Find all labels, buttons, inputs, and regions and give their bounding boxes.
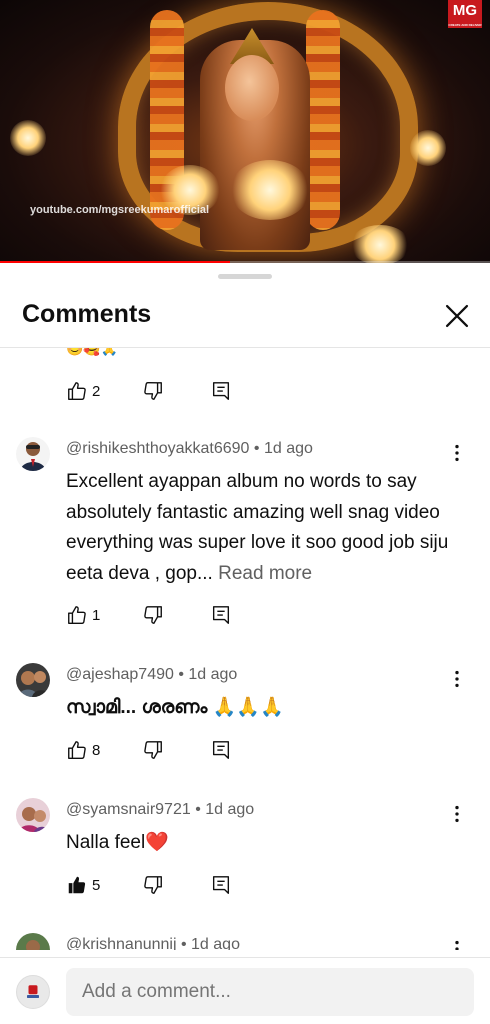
comment-author[interactable]: @ajeshap7490 (66, 666, 174, 683)
comment-author[interactable]: @syamsnair9721 (66, 801, 191, 818)
reply-icon (212, 876, 230, 894)
video-deity-face (225, 55, 279, 121)
more-vert-icon (455, 805, 459, 823)
thumbs-down-icon (144, 741, 162, 759)
reply-button[interactable] (210, 874, 232, 896)
dislike-button[interactable] (142, 739, 164, 761)
avatar-image (16, 663, 50, 697)
user-avatar-icon (27, 985, 39, 998)
comment-actions: 1 (66, 603, 230, 627)
comment-menu-button[interactable] (446, 803, 468, 825)
comments-sheet: Comments 😊🥰🙏 2 @rishikeshthoyakkat6690 •… (0, 263, 490, 1024)
comment-author[interactable]: @rishikeshthoyakkat6690 (66, 440, 249, 457)
thumbs-up-icon (68, 741, 86, 759)
reply-icon (212, 741, 230, 759)
comment-menu-button[interactable] (446, 668, 468, 690)
dislike-button[interactable] (142, 604, 164, 626)
dislike-button[interactable] (142, 380, 164, 402)
comment-menu-button[interactable] (446, 938, 468, 950)
sheet-title: Comments (22, 300, 152, 328)
avatar[interactable] (16, 933, 50, 950)
like-button[interactable]: 5 (66, 874, 100, 896)
like-button[interactable]: 1 (66, 604, 100, 626)
avatar[interactable] (16, 798, 50, 832)
avatar-image (16, 933, 50, 950)
comment-meta: @rishikeshthoyakkat6690 • 1d ago (66, 440, 313, 457)
like-button[interactable]: 8 (66, 739, 100, 761)
comment-meta: @ajeshap7490 • 1d ago (66, 666, 238, 683)
comment-menu-button[interactable] (446, 442, 468, 464)
add-comment-bar (0, 957, 490, 1024)
like-count: 8 (92, 741, 101, 759)
close-button[interactable] (440, 299, 474, 333)
more-vert-icon (455, 670, 459, 688)
channel-logo-subtext: CREATE AND DELIVER (448, 23, 482, 27)
thumbs-down-icon (144, 876, 162, 894)
reply-button[interactable] (210, 739, 232, 761)
video-garland-right (306, 10, 340, 230)
channel-logo: MG CREATE AND DELIVER (448, 0, 482, 28)
read-more-link[interactable]: Read more (218, 563, 312, 584)
previous-comment-emoji: 😊🥰🙏 (66, 348, 119, 356)
comment-item: @krishnanunnij • 1d ago (0, 933, 490, 950)
reply-button[interactable] (210, 380, 232, 402)
reply-icon (212, 606, 230, 624)
thumbs-down-icon (144, 606, 162, 624)
video-watermark: youtube.com/mgsreekumarofficial (30, 204, 210, 216)
comment-time: 1d ago (205, 801, 255, 818)
avatar[interactable] (16, 437, 50, 471)
video-candle-glow (410, 130, 446, 166)
comment-item: @rishikeshthoyakkat6690 • 1d ago Excelle… (0, 437, 490, 627)
video-candle-glow (10, 120, 46, 156)
channel-logo-text: MG (452, 2, 478, 19)
thumbs-up-icon (68, 382, 86, 400)
comment-actions: 5 (66, 873, 230, 897)
comment-time: 1d ago (263, 440, 313, 457)
like-count: 1 (92, 606, 101, 624)
more-vert-icon (455, 444, 459, 462)
add-comment-input[interactable] (66, 968, 474, 1016)
avatar-image (16, 437, 50, 471)
comment-actions: 8 (66, 738, 230, 762)
comment-text: Excellent ayappan album no words to say … (66, 467, 456, 589)
dislike-button[interactable] (142, 874, 164, 896)
my-avatar[interactable] (16, 975, 50, 1009)
comment-time: 1d ago (191, 936, 240, 950)
comment-meta: @syamsnair9721 • 1d ago (66, 801, 255, 818)
video-player[interactable]: youtube.com/mgsreekumarofficial MG CREAT… (0, 0, 490, 263)
drag-handle[interactable] (218, 274, 272, 279)
like-count: 5 (92, 876, 101, 894)
comment-text: Nalla feel❤️ (66, 832, 169, 853)
comment-meta: @krishnanunnij • 1d ago (66, 936, 240, 950)
reply-button[interactable] (210, 604, 232, 626)
comment-time: 1d ago (188, 666, 238, 683)
comment-author[interactable]: @krishnanunnij (66, 936, 177, 950)
like-count: 2 (92, 382, 101, 400)
avatar-image (16, 798, 50, 832)
comment-item: @syamsnair9721 • 1d ago Nalla feel❤️ 5 (0, 798, 490, 908)
comment-item: @ajeshap7490 • 1d ago സ്വാമി... ശരണം 🙏🙏🙏… (0, 663, 490, 773)
comment-list[interactable]: 😊🥰🙏 2 @rishikeshthoyakkat6690 • 1d ago E… (0, 348, 490, 950)
avatar[interactable] (16, 663, 50, 697)
more-vert-icon (455, 940, 459, 950)
video-lamp-glow (230, 160, 310, 220)
close-icon (445, 304, 469, 328)
like-button[interactable]: 2 (66, 380, 100, 402)
thumbs-up-filled-icon (68, 876, 86, 894)
video-candle-glow (350, 225, 410, 263)
comment-text: സ്വാമി... ശരണം 🙏🙏🙏 (66, 697, 284, 718)
reply-icon (212, 382, 230, 400)
thumbs-up-icon (68, 606, 86, 624)
previous-comment-actions: 2 (66, 379, 230, 403)
thumbs-down-icon (144, 382, 162, 400)
